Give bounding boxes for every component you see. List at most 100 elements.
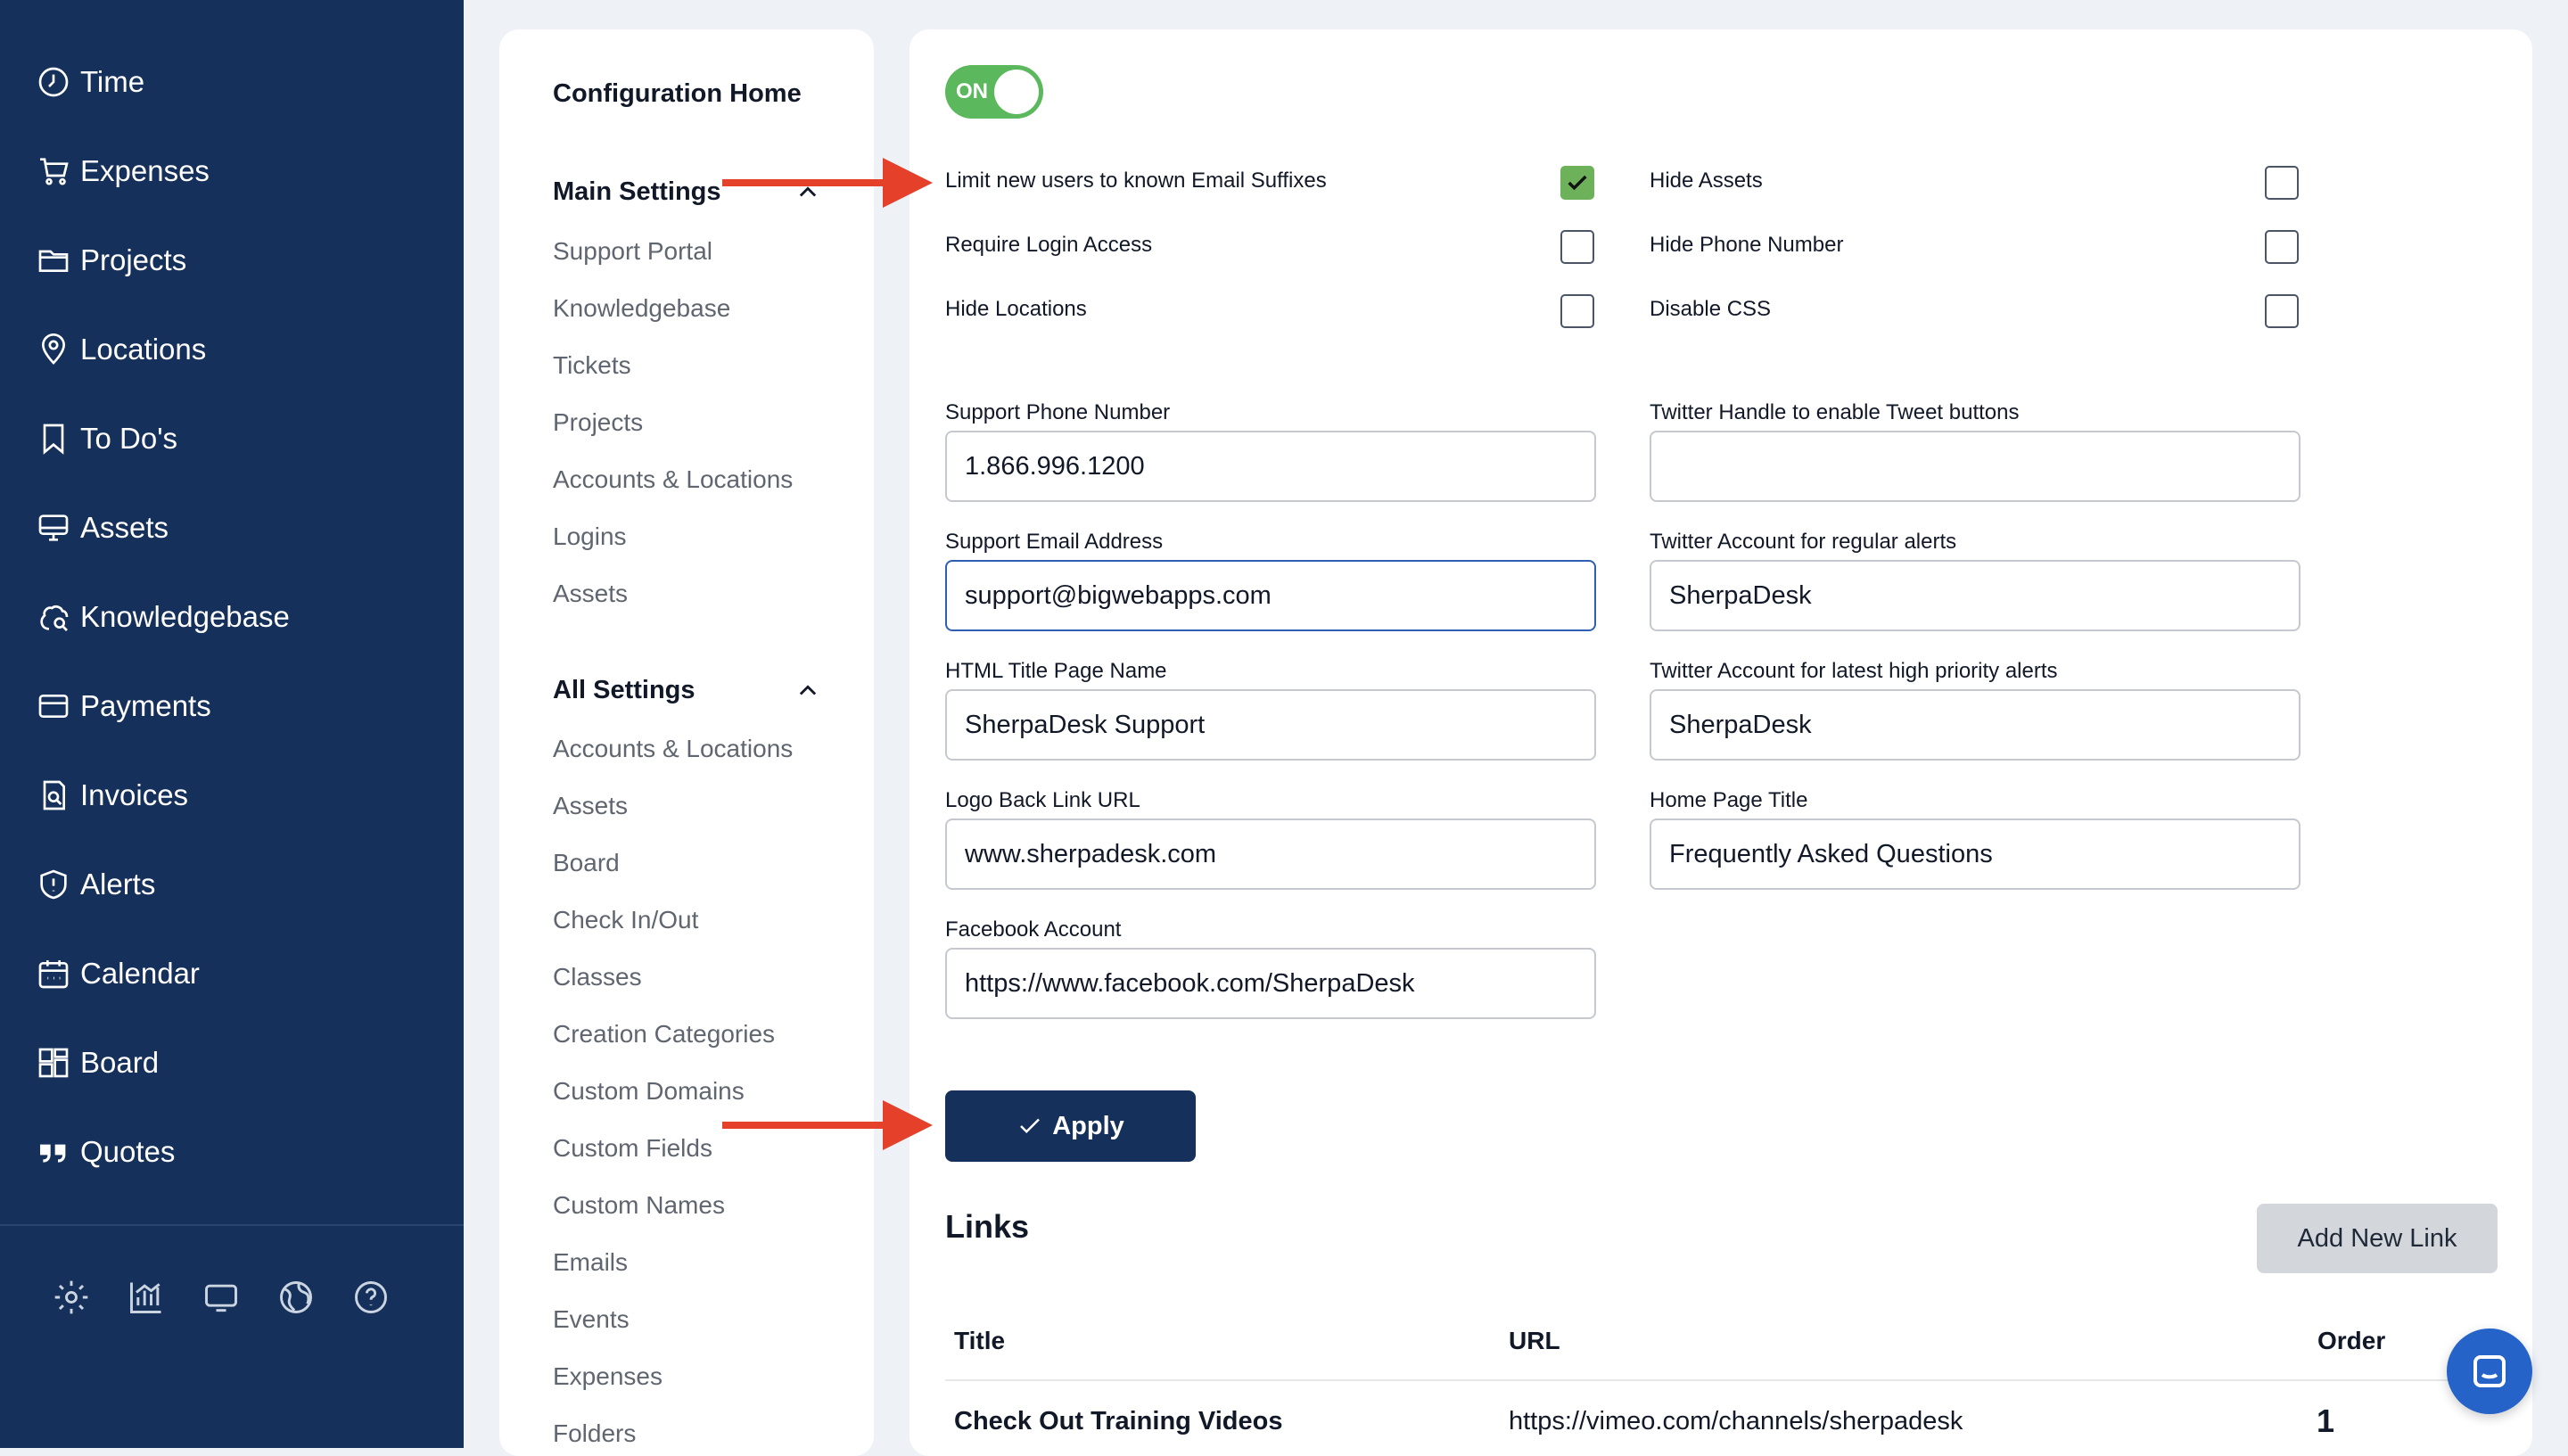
config-link-tickets[interactable]: Tickets	[553, 351, 631, 380]
sidebar-item-label: Assets	[80, 511, 169, 544]
help-button[interactable]	[349, 1275, 393, 1320]
globe-icon	[280, 1281, 312, 1313]
table-divider	[945, 1379, 2514, 1381]
limit-email-suffixes-checkbox[interactable]	[1560, 166, 1594, 200]
config-link-all-assets[interactable]: Assets	[553, 792, 628, 820]
link-row-url[interactable]: https://vimeo.com/channels/sherpadesk	[1509, 1407, 1963, 1436]
portal-enabled-toggle[interactable]: ON	[945, 65, 1043, 119]
sidebar-item-knowledgebase[interactable]: Knowledgebase	[36, 590, 290, 644]
configuration-nav-panel: Configuration Home Main Settings Support…	[499, 29, 874, 1456]
twitter-priority-alerts-input[interactable]	[1650, 689, 2300, 761]
configuration-home-link[interactable]: Configuration Home	[553, 79, 802, 109]
html-title-label: HTML Title Page Name	[945, 659, 1167, 683]
cart-icon	[40, 158, 69, 185]
add-new-link-button[interactable]: Add New Link	[2257, 1204, 2498, 1273]
monitor-icon	[38, 514, 69, 541]
require-login-checkbox[interactable]	[1560, 230, 1594, 264]
sidebar-item-time[interactable]: Time	[36, 55, 144, 109]
twitter-regular-alerts-input[interactable]	[1650, 560, 2300, 631]
config-link-accounts-locations[interactable]: Accounts & Locations	[553, 465, 793, 494]
limit-email-suffixes-label: Limit new users to known Email Suffixes	[945, 169, 1327, 193]
config-link-all-accounts-locations[interactable]: Accounts & Locations	[553, 735, 793, 763]
apply-button[interactable]: Apply	[945, 1090, 1196, 1162]
annotation-arrow-icon	[722, 1100, 933, 1150]
clock-icon	[38, 67, 69, 97]
sidebar-item-expenses[interactable]: Expenses	[36, 144, 210, 198]
config-link-assets[interactable]: Assets	[553, 580, 628, 608]
shield-alert-icon	[40, 869, 67, 900]
display-button[interactable]	[199, 1275, 243, 1320]
config-link-logins[interactable]: Logins	[553, 522, 627, 551]
sidebar-item-label: Alerts	[80, 868, 156, 901]
chevron-up-icon	[799, 684, 817, 695]
twitter-priority-alerts-label: Twitter Account for latest high priority…	[1650, 659, 2058, 683]
chat-support-button[interactable]	[2447, 1328, 2532, 1414]
sidebar-item-calendar[interactable]: Calendar	[36, 947, 200, 1000]
chat-icon	[2473, 1355, 2506, 1387]
sidebar-item-projects[interactable]: Projects	[36, 234, 186, 287]
calendar-icon	[38, 960, 69, 989]
check-icon	[1020, 1118, 1041, 1134]
facebook-account-input[interactable]	[945, 948, 1596, 1019]
support-portal-settings-panel: ON Limit new users to known Email Suffix…	[910, 29, 2532, 1456]
config-link-support-portal[interactable]: Support Portal	[553, 237, 712, 266]
sidebar-item-payments[interactable]: Payments	[36, 679, 211, 733]
html-title-input[interactable]	[945, 689, 1596, 761]
sidebar-item-label: Locations	[80, 333, 207, 366]
config-link-custom-domains[interactable]: Custom Domains	[553, 1077, 745, 1106]
folder-icon	[38, 250, 69, 272]
config-link-board[interactable]: Board	[553, 849, 620, 877]
sidebar-item-quotes[interactable]: Quotes	[36, 1125, 175, 1179]
hide-locations-label: Hide Locations	[945, 297, 1087, 321]
config-link-creation-categories[interactable]: Creation Categories	[553, 1020, 775, 1049]
hide-locations-checkbox[interactable]	[1560, 294, 1594, 328]
sidebar-item-assets[interactable]: Assets	[36, 501, 169, 555]
hide-assets-label: Hide Assets	[1650, 169, 1763, 193]
reports-button[interactable]	[124, 1275, 169, 1320]
config-link-projects[interactable]: Projects	[553, 408, 643, 437]
all-settings-header[interactable]: All Settings	[553, 676, 820, 705]
config-link-custom-fields[interactable]: Custom Fields	[553, 1134, 712, 1163]
config-link-custom-names[interactable]: Custom Names	[553, 1191, 725, 1220]
config-link-expenses[interactable]: Expenses	[553, 1362, 663, 1391]
hide-assets-checkbox[interactable]	[2265, 166, 2299, 200]
column-header-title[interactable]: Title	[954, 1327, 1005, 1355]
column-header-order[interactable]: Order	[2317, 1327, 2385, 1355]
support-email-label: Support Email Address	[945, 530, 1164, 554]
sidebar-item-invoices[interactable]: Invoices	[36, 769, 188, 822]
chart-icon	[130, 1282, 161, 1313]
sidebar-item-alerts[interactable]: Alerts	[36, 858, 155, 911]
logo-back-link-input[interactable]	[945, 818, 1596, 890]
knowledge-icon	[40, 605, 69, 631]
globe-button[interactable]	[274, 1275, 318, 1320]
home-page-title-input[interactable]	[1650, 818, 2300, 890]
sidebar-item-todos[interactable]: To Do's	[36, 412, 177, 465]
config-link-emails[interactable]: Emails	[553, 1248, 628, 1277]
disable-css-label: Disable CSS	[1650, 297, 1772, 321]
config-link-events[interactable]: Events	[553, 1305, 630, 1334]
sidebar-item-label: Time	[80, 65, 145, 98]
twitter-handle-input[interactable]	[1650, 431, 2300, 502]
require-login-label: Require Login Access	[945, 233, 1153, 257]
config-link-classes[interactable]: Classes	[553, 963, 642, 991]
sidebar-item-locations[interactable]: Locations	[36, 323, 206, 376]
settings-button[interactable]	[49, 1275, 94, 1320]
bookmark-icon	[43, 424, 64, 455]
gear-icon	[54, 1280, 88, 1314]
checkmark-icon	[1568, 175, 1587, 191]
link-row-order: 1	[2317, 1403, 2335, 1439]
config-link-knowledgebase[interactable]: Knowledgebase	[553, 294, 730, 323]
sidebar-item-label: Board	[80, 1046, 160, 1079]
sidebar-item-label: Calendar	[80, 957, 200, 990]
hide-phone-checkbox[interactable]	[2265, 230, 2299, 264]
support-phone-input[interactable]	[945, 431, 1596, 502]
sidebar-item-board[interactable]: Board	[36, 1036, 159, 1090]
link-row-title[interactable]: Check Out Training Videos	[954, 1407, 1283, 1436]
sidebar: Time Expenses Projects Locations To Do's…	[0, 0, 464, 1448]
toggle-label: ON	[956, 79, 988, 103]
config-link-folders[interactable]: Folders	[553, 1419, 636, 1448]
column-header-url[interactable]: URL	[1509, 1327, 1560, 1355]
support-email-input[interactable]	[945, 560, 1596, 631]
config-link-check-in-out[interactable]: Check In/Out	[553, 906, 698, 934]
disable-css-checkbox[interactable]	[2265, 294, 2299, 328]
